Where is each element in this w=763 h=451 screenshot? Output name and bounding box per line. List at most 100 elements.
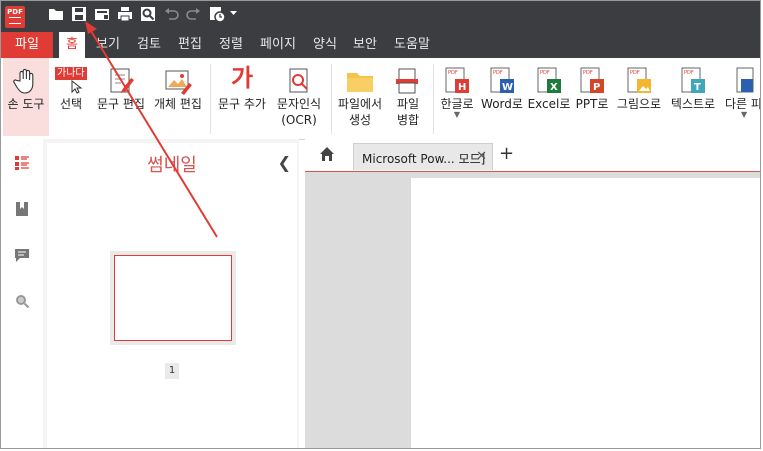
- add-text-label: 문구 추가: [218, 97, 266, 111]
- folder-icon: [347, 73, 373, 92]
- page-thumbnail-image: [114, 255, 232, 341]
- print-icon[interactable]: [116, 5, 134, 23]
- svg-text:W: W: [502, 82, 513, 93]
- collapse-panel-icon[interactable]: ❮: [278, 153, 291, 172]
- add-text-glyph: 가: [230, 64, 254, 92]
- menu-view[interactable]: 보기: [91, 32, 125, 58]
- svg-text:PDF: PDF: [684, 70, 694, 76]
- convert-to-text-label: 텍스트로: [670, 97, 716, 111]
- text-edit-icon: [110, 68, 134, 93]
- svg-text:T: T: [694, 82, 701, 93]
- svg-text:PDF: PDF: [630, 70, 640, 76]
- comment-icon[interactable]: [14, 247, 30, 263]
- convert-to-other-button[interactable]: 다른 피 ▼: [721, 58, 760, 136]
- merge-files-button[interactable]: 파일 병합: [387, 58, 429, 136]
- convert-to-hangul-button[interactable]: PDF H 한글로 ▼: [435, 58, 479, 136]
- home-icon[interactable]: [319, 146, 335, 162]
- svg-text:PDF: PDF: [540, 70, 550, 76]
- app-logo-text: PDF: [7, 8, 23, 16]
- svg-text:PDF: PDF: [583, 70, 593, 76]
- svg-text:PDF: PDF: [448, 70, 458, 76]
- hand-tool-label: 손 도구: [7, 97, 45, 111]
- text-edit-button[interactable]: 문구 편집: [93, 58, 149, 136]
- menu-page[interactable]: 페이지: [255, 32, 301, 58]
- menu-review[interactable]: 검토: [132, 32, 166, 58]
- menu-file[interactable]: 파일: [1, 32, 53, 58]
- page-thumbnail[interactable]: [110, 251, 236, 345]
- ribbon-separator: [331, 64, 332, 134]
- cursor-icon: [71, 80, 83, 94]
- scan-icon[interactable]: [93, 5, 111, 23]
- ribbon-separator: [210, 64, 211, 134]
- chevron-down-icon: ▼: [741, 110, 748, 119]
- convert-to-image-button[interactable]: PDF 그림으로: [613, 58, 665, 136]
- tab-document-title: Microsoft Pow... 모드]: [362, 152, 486, 166]
- convert-to-text-button[interactable]: PDF T 텍스트로: [665, 58, 721, 136]
- select-button[interactable]: 가나다 선택: [51, 58, 91, 136]
- thumbnails-icon[interactable]: [14, 155, 30, 171]
- ppt-file-icon: PDFP: [580, 67, 604, 93]
- menu-security[interactable]: 보안: [348, 32, 382, 58]
- object-edit-button[interactable]: 개체 편집: [149, 58, 207, 136]
- svg-text:P: P: [593, 82, 600, 93]
- open-folder-icon[interactable]: [47, 5, 65, 23]
- word-file-icon: PDF W: [490, 67, 514, 93]
- convert-to-excel-label: Excel로: [527, 97, 571, 111]
- svg-text:X: X: [550, 82, 558, 93]
- ocr-label: 문자인식 (OCR): [276, 97, 322, 127]
- convert-to-ppt-label: PPT로: [575, 97, 609, 111]
- close-tab-icon[interactable]: ✕: [476, 149, 487, 164]
- ocr-button[interactable]: 문자인식 (OCR): [271, 58, 327, 136]
- svg-text:PDF: PDF: [493, 70, 503, 76]
- document-view[interactable]: [305, 172, 760, 448]
- tab-document[interactable]: Microsoft Pow... 모드] ✕: [353, 143, 493, 170]
- menu-edit[interactable]: 편집: [173, 32, 207, 58]
- hand-icon: [13, 68, 34, 94]
- create-from-file-button[interactable]: 파일에서 생성: [333, 58, 387, 136]
- convert-to-ppt-button[interactable]: PDF P PPT로: [573, 58, 611, 136]
- ribbon-separator: [433, 64, 434, 134]
- convert-to-image-label: 그림으로: [616, 97, 662, 111]
- menu-home[interactable]: 홈: [59, 32, 85, 58]
- undo-icon[interactable]: [162, 5, 180, 23]
- page-number-label: 1: [165, 363, 179, 379]
- excel-file-icon: PDFX: [537, 67, 561, 93]
- menu-help[interactable]: 도움말: [389, 32, 435, 58]
- select-label: 선택: [59, 97, 83, 111]
- object-edit-label: 개체 편집: [154, 97, 202, 111]
- chevron-down-icon: ▼: [453, 110, 461, 119]
- save-icon[interactable]: [70, 5, 88, 23]
- app-logo: PDF: [5, 6, 25, 28]
- menu-form[interactable]: 양식: [308, 32, 342, 58]
- other-file-icon: [736, 67, 754, 93]
- menu-arrange[interactable]: 정렬: [214, 32, 248, 58]
- ocr-icon: [289, 68, 308, 93]
- menu-bar: 파일 홈 보기 검토 편집 정렬 페이지 양식 보안 도움말: [1, 32, 760, 58]
- text-edit-label: 문구 편집: [97, 97, 145, 111]
- document-tab-bar: Microsoft Pow... 모드] ✕ +: [305, 139, 760, 172]
- print-preview-icon[interactable]: [139, 5, 157, 23]
- hand-tool-button[interactable]: 손 도구: [3, 58, 49, 136]
- convert-to-excel-button[interactable]: PDF X Excel로: [527, 58, 571, 136]
- app-window: PDF 파일 홈 보기 검토 편집 정렬 페이지 양식 보안 도움말 손 도구 …: [0, 0, 761, 449]
- panel-title: 썸네일: [147, 155, 197, 176]
- merge-icon: [396, 68, 418, 94]
- image-file-icon: PDF: [627, 67, 651, 93]
- search-icon[interactable]: [14, 293, 30, 309]
- history-icon[interactable]: [208, 5, 238, 23]
- bookmark-icon[interactable]: [14, 201, 30, 217]
- side-rail: [1, 139, 44, 448]
- thumbnail-panel: 썸네일 ❮ 1: [43, 139, 299, 448]
- thumbnail-panel-body: 썸네일 ❮ 1: [47, 143, 297, 448]
- add-text-button[interactable]: 가 문구 추가: [213, 58, 271, 136]
- create-from-file-label: 파일에서 생성: [337, 97, 383, 127]
- ribbon: 손 도구 가나다 선택 문구 편집 개체 편집 가 문구 추가 문자인식 (OCR…: [1, 58, 760, 140]
- text-file-icon: PDFT: [681, 67, 705, 93]
- convert-to-word-button[interactable]: PDF W Word로: [479, 58, 525, 136]
- convert-to-word-label: Word로: [481, 97, 523, 111]
- document-page: [411, 178, 760, 448]
- redo-icon[interactable]: [185, 5, 203, 23]
- select-badge: 가나다: [55, 67, 87, 80]
- title-bar: PDF: [1, 1, 760, 32]
- new-tab-button[interactable]: +: [499, 143, 514, 164]
